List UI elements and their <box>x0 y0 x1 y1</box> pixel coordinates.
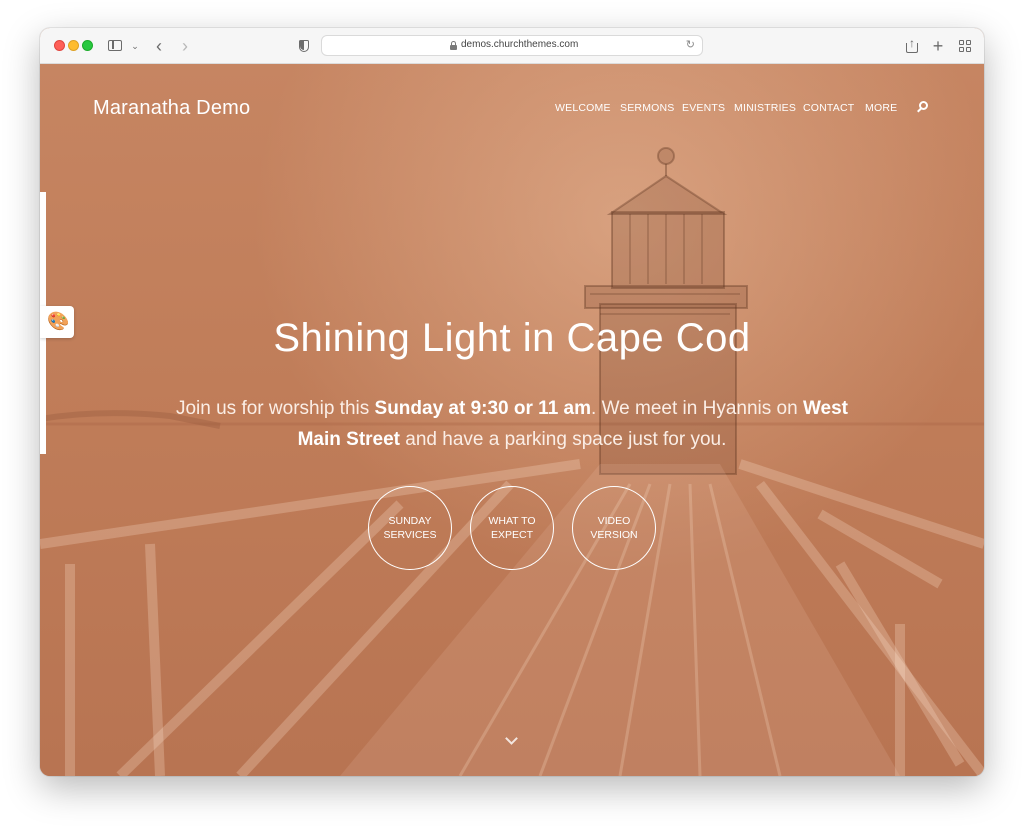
service-times: Sunday at 9:30 or 11 am <box>374 398 592 419</box>
new-tab-icon[interactable]: + <box>931 36 945 56</box>
hero-text: Join us for worship this Sunday at 9:30 … <box>175 398 848 450</box>
browser-toolbar: ⌄ ‹ › demos.churchthemes.com ↻ ↑ + <box>40 28 984 64</box>
nav-ministries[interactable]: MINISTRIES <box>734 102 796 114</box>
back-icon[interactable]: ‹ <box>152 36 166 56</box>
browser-window: ⌄ ‹ › demos.churchthemes.com ↻ ↑ + Maran… <box>40 28 984 776</box>
hero-page: Maranatha Demo WELCOME SERMONS EVENTS MI… <box>40 64 984 776</box>
privacy-shield-icon[interactable] <box>297 36 311 56</box>
forward-icon[interactable]: › <box>178 36 192 56</box>
nav-sermons[interactable]: SERMONS <box>620 102 675 114</box>
sunday-services-button[interactable]: SUNDAY SERVICES <box>368 486 452 570</box>
address-bar[interactable]: demos.churchthemes.com ↻ <box>321 35 703 56</box>
nav-welcome[interactable]: WELCOME <box>555 102 611 114</box>
url-text: demos.churchthemes.com <box>461 39 579 50</box>
what-to-expect-button[interactable]: WHAT TO EXPECT <box>470 486 554 570</box>
zoom-window-button[interactable] <box>82 40 93 51</box>
reload-icon[interactable]: ↻ <box>686 38 695 51</box>
search-icon[interactable] <box>917 101 929 113</box>
close-window-button[interactable] <box>54 40 65 51</box>
hero-title: Shining Light in Cape Cod <box>273 316 751 360</box>
chevron-down-icon[interactable]: ⌄ <box>130 36 140 56</box>
minimize-window-button[interactable] <box>68 40 79 51</box>
chevron-down-icon[interactable] <box>504 734 520 746</box>
sidebar-toggle-icon[interactable] <box>108 36 124 56</box>
video-version-button[interactable]: VIDEO VERSION <box>572 486 656 570</box>
site-title[interactable]: Maranatha Demo <box>93 97 250 120</box>
lock-icon <box>450 41 457 50</box>
tab-overview-icon[interactable] <box>958 36 972 56</box>
nav-contact[interactable]: CONTACT <box>803 102 854 114</box>
share-icon[interactable]: ↑ <box>904 36 920 56</box>
nav-more[interactable]: MORE <box>865 102 897 114</box>
nav-events[interactable]: EVENTS <box>682 102 725 114</box>
